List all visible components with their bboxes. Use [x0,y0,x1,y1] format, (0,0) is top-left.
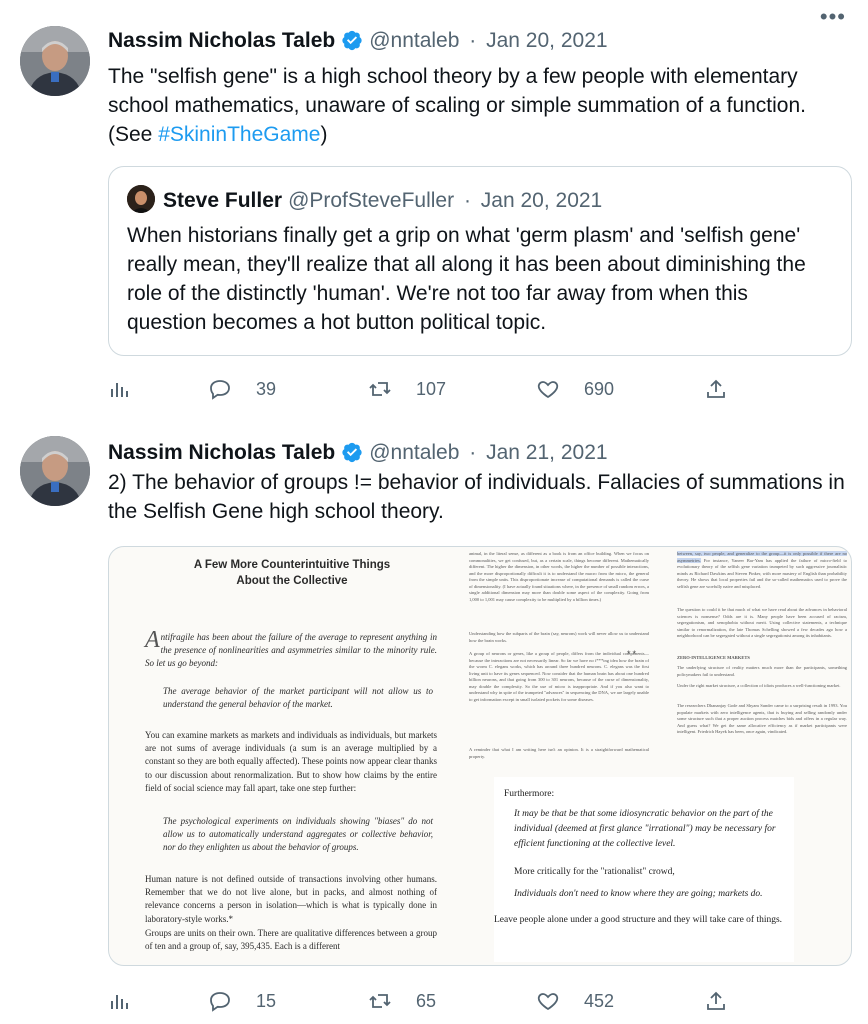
book-paragraph: More critically for the "rationalist" cr… [514,867,675,877]
book-paragraph: Leave people alone under a good structur… [494,915,783,925]
tweet-actions: 15 65 452 [108,986,848,1016]
retweet-count: 107 [416,378,447,399]
reply-icon [210,380,230,400]
reply-count: 39 [256,378,277,399]
author-avatar[interactable] [20,436,90,506]
tweet-actions: 39 107 690 [108,374,848,404]
book-chapter-title: A Few More Counterintuitive Things About… [193,559,391,587]
book-page-right: between, say, two people, and generalize… [677,551,847,734]
book-paragraph: Groups are units on their own. There are… [145,928,437,952]
dot-separator: · [469,441,477,464]
analytics-icon [111,995,128,1009]
reply-count: 15 [256,990,277,1011]
quoted-tweet-text: When historians finally get a grip on wh… [127,224,806,334]
like-button[interactable]: 690 [536,374,614,404]
tweet-2[interactable]: Nassim Nicholas Taleb @nntaleb · Jan 21, … [0,420,868,1024]
heart-icon [537,381,559,399]
author-handle[interactable]: @nntaleb [369,29,459,52]
reply-button[interactable]: 15 [208,986,276,1016]
book-page-left: A Few More Counterintuitive Things About… [127,547,457,965]
quoted-author-handle: @ProfSteveFuller [288,189,455,212]
author-handle[interactable]: @nntaleb [369,441,459,464]
reply-icon [210,992,230,1012]
retweet-count: 65 [416,990,437,1011]
more-options-icon[interactable]: ••• [820,4,846,30]
quoted-tweet-date: Jan 20, 2021 [480,189,603,212]
dot-separator: · [463,189,471,212]
tweet-1[interactable]: Nassim Nicholas Taleb @nntaleb · Jan 20, … [0,0,868,420]
share-icon [707,991,725,1010]
like-button[interactable]: 452 [536,986,614,1016]
author-name[interactable]: Nassim Nicholas Taleb [108,441,335,464]
analytics-button[interactable] [108,374,156,404]
book-paragraph: Human nature is not defined outside of t… [145,874,437,924]
share-button[interactable] [704,374,752,404]
tweet-text: The "selfish gene" is a high school theo… [108,65,806,146]
retweet-button[interactable]: 65 [368,986,436,1016]
verified-badge-icon [342,30,362,51]
tweet-date[interactable]: Jan 20, 2021 [486,29,607,52]
heart-icon [537,993,559,1011]
share-icon [707,379,725,398]
retweet-icon [369,382,391,396]
like-count: 452 [584,990,615,1011]
quoted-tweet-header: Steve Fuller @ProfSteveFuller · Jan 20, 2… [127,185,602,214]
retweet-icon [369,994,391,1008]
book-paragraph: You can examine markets as markets and i… [145,730,437,793]
analytics-icon [111,383,128,397]
analytics-button[interactable] [108,986,156,1016]
share-button[interactable] [704,986,752,1016]
like-count: 690 [584,378,615,399]
book-inset-excerpt: Furthermore: It may be that be that some… [494,777,794,962]
tweet-header: Nassim Nicholas Taleb @nntaleb · Jan 21, … [108,440,608,466]
book-page-middle: animal, in the literal sense, as differe… [469,551,649,759]
tweet-header: Nassim Nicholas Taleb @nntaleb · Jan 20, … [108,28,608,54]
dot-separator: · [469,29,477,52]
tweet-text: 2) The behavior of groups != behavior of… [108,471,845,523]
retweet-button[interactable]: 107 [368,374,446,404]
book-paragraph: Furthermore: [504,789,555,799]
verified-badge-icon [342,442,362,463]
quoted-author-name: Steve Fuller [163,189,283,212]
section-divider: ** [627,649,639,659]
book-quote: It may be that be that some idiosyncrati… [514,809,776,849]
quoted-author-avatar [127,185,155,213]
reply-button[interactable]: 39 [208,374,276,404]
book-quote: The psychological experiments on individ… [163,816,433,853]
tweet-image[interactable]: A Few More Counterintuitive Things About… [108,546,852,966]
quoted-tweet[interactable]: Steve Fuller @ProfSteveFuller · Jan 20, 2… [108,166,852,356]
book-quote: Individuals don't need to know where the… [514,889,763,899]
book-quote: The average behavior of the market parti… [163,686,433,710]
author-name[interactable]: Nassim Nicholas Taleb [108,29,335,52]
book-paragraph: Antifragile has been about the failure o… [145,627,437,669]
tweet-date[interactable]: Jan 21, 2021 [486,441,607,464]
hashtag-link[interactable]: #SkininTheGame [158,123,320,146]
author-avatar[interactable] [20,26,90,96]
